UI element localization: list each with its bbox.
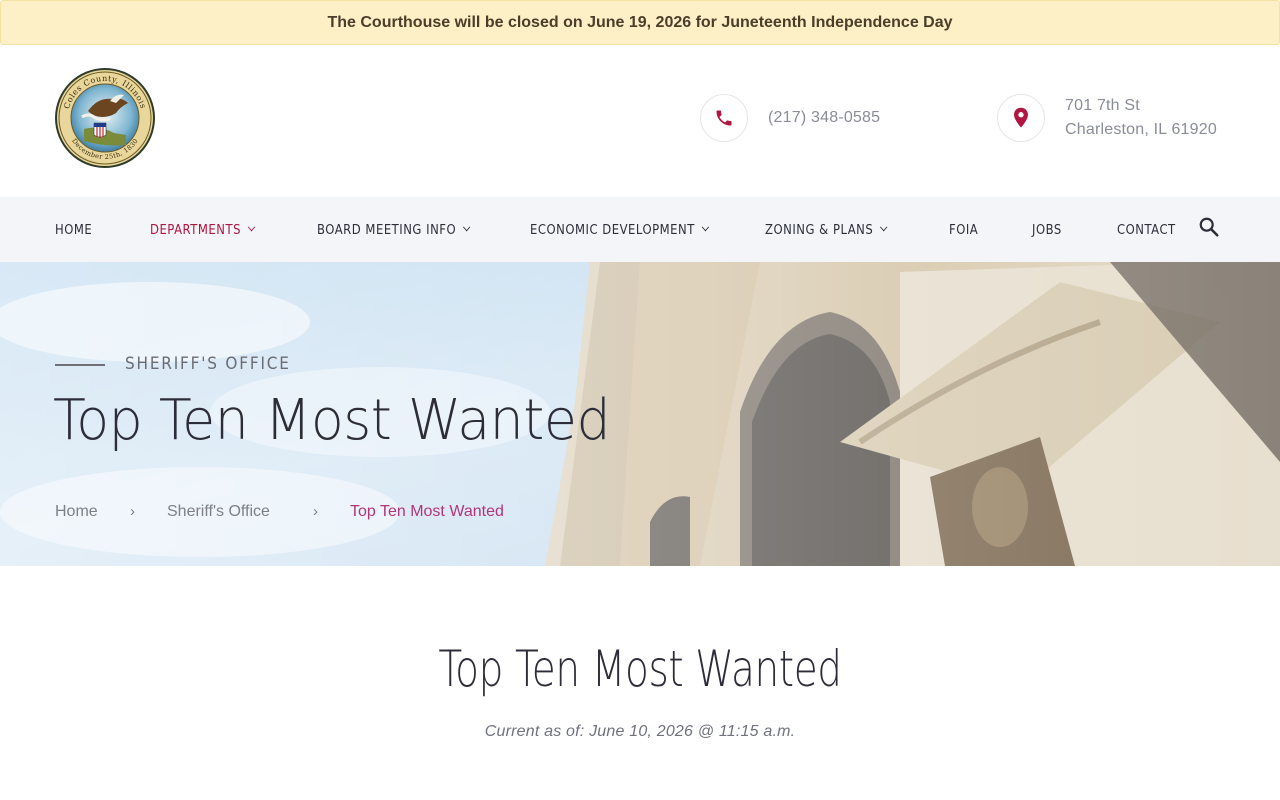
phone-icon — [700, 94, 748, 142]
nav-zoning-plans[interactable]: ZONING & PLANS — [765, 197, 888, 262]
chevron-down-icon — [462, 222, 471, 231]
search-icon — [1199, 217, 1219, 237]
address-line-1: 701 7th St — [1065, 97, 1140, 114]
nav-jobs-label: JOBS — [1032, 221, 1062, 238]
section-eyebrow: SHERIFF'S OFFICE — [125, 354, 291, 374]
county-seal-logo[interactable]: Coles County, Illinois December 25th, 18… — [54, 67, 156, 169]
nav-jobs[interactable]: JOBS — [1032, 197, 1062, 262]
page-title: Top Ten Most Wanted — [53, 388, 611, 453]
page-hero: SHERIFF'S OFFICE Top Ten Most Wanted Hom… — [0, 262, 1280, 566]
breadcrumb-home[interactable]: Home — [55, 503, 98, 521]
chevron-down-icon — [247, 222, 255, 231]
nav-foia-label: FOIA — [949, 221, 979, 238]
nav-zoning-plans-label: ZONING & PLANS — [765, 221, 874, 238]
chevron-down-icon — [701, 222, 709, 231]
breadcrumb-current: Top Ten Most Wanted — [350, 503, 504, 520]
nav-departments-label: DEPARTMENTS — [150, 221, 241, 238]
nav-board-meeting-info[interactable]: BOARD MEETING INFO — [317, 197, 471, 262]
nav-foia[interactable]: FOIA — [949, 197, 978, 262]
chevron-down-icon — [879, 222, 888, 231]
breadcrumb-separator: › — [130, 503, 135, 520]
current-as-of-text: Current as of: June 10, 2026 @ 11:15 a.m… — [484, 723, 796, 740]
nav-contact[interactable]: CONTACT — [1117, 197, 1176, 262]
main-navigation: HOME DEPARTMENTS BOARD MEETING INFO ECON… — [0, 197, 1280, 262]
content-title: Top Ten Most Wanted — [438, 640, 842, 698]
nav-home[interactable]: HOME — [55, 197, 92, 262]
nav-departments[interactable]: DEPARTMENTS — [150, 197, 255, 262]
map-pin-icon — [997, 94, 1045, 142]
nav-home-label: HOME — [55, 221, 93, 238]
breadcrumb-separator: › — [313, 503, 318, 520]
phone-contact: (217) 348-0585 — [700, 94, 880, 142]
closure-alert-banner: The Courthouse will be closed on June 19… — [0, 0, 1280, 45]
site-header: Coles County, Illinois December 25th, 18… — [0, 45, 1280, 197]
address-line-2: Charleston, IL 61920 — [1065, 121, 1217, 138]
phone-number[interactable]: (217) 348-0585 — [768, 106, 880, 130]
county-seal-icon: Coles County, Illinois December 25th, 18… — [55, 68, 155, 168]
address-contact: 701 7th St Charleston, IL 61920 — [997, 94, 1217, 142]
breadcrumb-sheriffs-office[interactable]: Sheriff's Office — [167, 503, 270, 521]
nav-contact-label: CONTACT — [1117, 221, 1176, 238]
eyebrow-divider — [55, 364, 105, 366]
closure-alert-text: The Courthouse will be closed on June 19… — [327, 13, 953, 31]
nav-economic-development[interactable]: ECONOMIC DEVELOPMENT — [530, 197, 709, 262]
address: 701 7th St Charleston, IL 61920 — [1065, 94, 1217, 142]
nav-board-meeting-info-label: BOARD MEETING INFO — [317, 221, 457, 238]
search-button[interactable] — [1198, 216, 1222, 240]
nav-economic-development-label: ECONOMIC DEVELOPMENT — [530, 221, 695, 238]
